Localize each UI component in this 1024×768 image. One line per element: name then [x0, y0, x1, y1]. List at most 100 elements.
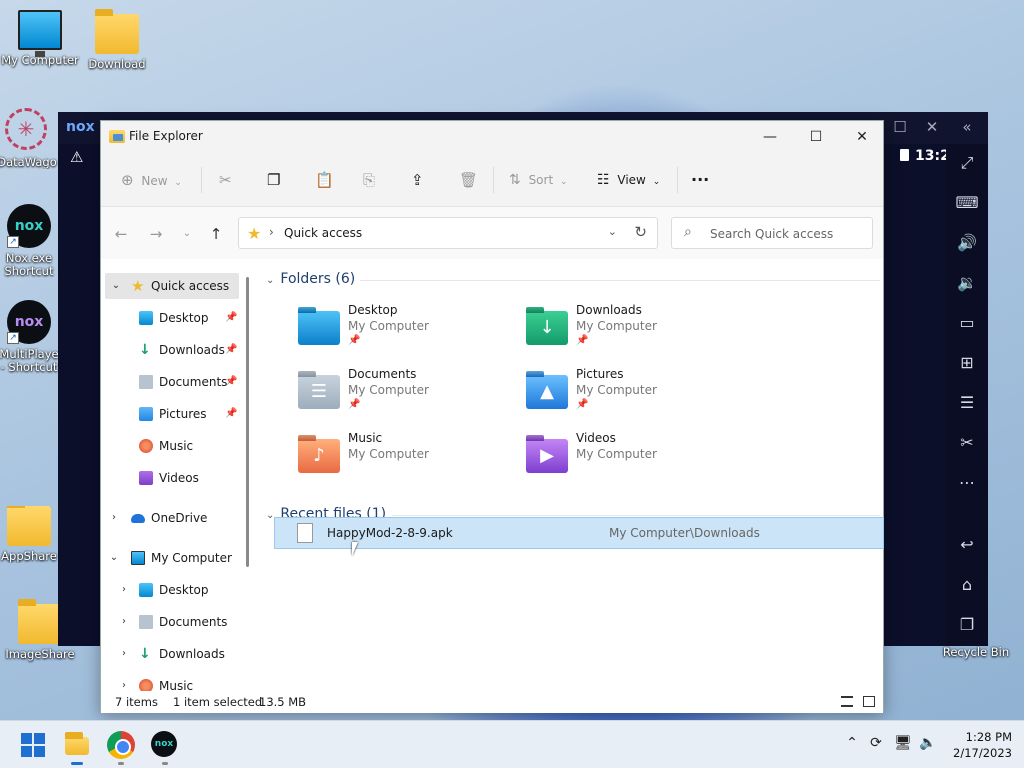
- chevron-right-icon[interactable]: ›: [117, 577, 131, 603]
- speaker-icon[interactable]: 🔈: [918, 735, 938, 751]
- monitor-icon: [18, 10, 62, 57]
- nav-item-quick-access[interactable]: ⌄ ★ Quick access: [105, 273, 239, 299]
- back-arrow-icon[interactable]: ←: [109, 222, 133, 246]
- maximize-button[interactable]: ☐: [793, 125, 839, 149]
- chevron-down-icon[interactable]: ⌄: [107, 545, 121, 571]
- chevron-right-icon[interactable]: ›: [117, 641, 131, 667]
- copy-icon[interactable]: ❐: [267, 166, 280, 194]
- desktop-icon-nox-shortcut[interactable]: nox ↗ Nox.exe Shortcut: [0, 204, 60, 278]
- view-button[interactable]: ☷ View ⌄: [597, 166, 660, 194]
- chevron-right-icon[interactable]: ›: [117, 609, 131, 635]
- warning-icon[interactable]: ⚠: [70, 148, 83, 166]
- volume-up-icon[interactable]: 🔊: [954, 230, 980, 256]
- recent-locations-chevron-icon[interactable]: ⌄: [175, 222, 199, 246]
- navigation-scrollbar[interactable]: [246, 277, 249, 567]
- nav-item-mc-downloads[interactable]: › ↓ Downloads: [101, 641, 241, 667]
- nav-item-documents[interactable]: Documents 📌: [101, 369, 241, 395]
- music-icon: [139, 679, 153, 691]
- home-icon[interactable]: ⌂: [954, 572, 980, 598]
- up-arrow-icon[interactable]: ↑: [204, 222, 228, 246]
- folder-tile-downloads[interactable]: ↓ Downloads My Computer 📌: [526, 303, 746, 361]
- star-icon: ★: [131, 277, 145, 295]
- address-bar[interactable]: ★ › Quick access ⌄ ↻: [238, 217, 658, 249]
- folder-icon: [7, 506, 51, 546]
- star-icon: ★: [247, 224, 262, 243]
- nox-maximize-icon[interactable]: ☐: [889, 118, 911, 136]
- taskbar-chrome[interactable]: [107, 731, 135, 765]
- desktop-icon-download[interactable]: Download: [77, 9, 157, 71]
- more-icon[interactable]: ⋯: [954, 470, 980, 496]
- chevron-down-icon[interactable]: ⌄: [608, 225, 617, 238]
- nav-item-mc-music[interactable]: › Music: [101, 673, 241, 691]
- folder-tile-videos[interactable]: ▶ Videos My Computer: [526, 431, 746, 489]
- desktop-icon-datawago[interactable]: ✳ DataWago: [0, 108, 62, 169]
- chevron-right-icon[interactable]: ›: [117, 673, 131, 691]
- tiles-view-icon[interactable]: [863, 696, 875, 707]
- share-icon[interactable]: ⇪: [411, 166, 424, 194]
- nav-item-downloads[interactable]: ↓ Downloads 📌: [101, 337, 241, 363]
- details-view-icon[interactable]: [841, 696, 853, 707]
- nox-close-icon[interactable]: ✕: [921, 118, 943, 136]
- nav-item-onedrive[interactable]: › OneDrive: [101, 505, 241, 531]
- desktop-folder-icon: [298, 311, 340, 345]
- file-explorer-window: File Explorer — ☐ ✕ ⊕ New ⌄ ✂ ❐ 📋 ⎘ ⇪ 🗑 …: [100, 120, 884, 713]
- folder-tile-documents[interactable]: ☰ Documents My Computer 📌: [298, 367, 518, 425]
- cut-icon[interactable]: ✂: [219, 166, 232, 194]
- documents-folder-icon: ☰: [298, 375, 340, 409]
- keyboard-icon[interactable]: ⌨: [954, 190, 980, 216]
- nav-item-desktop[interactable]: Desktop 📌: [101, 305, 241, 331]
- folders-section-header[interactable]: ⌄ Folders (6): [266, 271, 355, 287]
- chevron-down-icon[interactable]: ⌄: [109, 273, 123, 299]
- nox-collapse-icon[interactable]: «: [956, 118, 978, 136]
- scissors-icon[interactable]: ✂: [954, 430, 980, 456]
- nav-item-mc-desktop[interactable]: › Desktop: [101, 577, 241, 603]
- sort-button[interactable]: ⇅ Sort ⌄: [509, 166, 568, 194]
- paste-icon[interactable]: 📋: [315, 166, 334, 194]
- close-button[interactable]: ✕: [839, 125, 885, 149]
- search-input[interactable]: [710, 225, 860, 243]
- delete-icon[interactable]: 🗑: [459, 166, 478, 194]
- screen-icon[interactable]: ▭: [954, 310, 980, 336]
- desktop-icon-multiplayer-shortcut[interactable]: nox ↗ MultiPlaye - Shortcut: [0, 300, 60, 374]
- titlebar[interactable]: File Explorer — ☐ ✕: [101, 121, 883, 153]
- nav-item-videos[interactable]: Videos: [101, 465, 241, 491]
- back-icon[interactable]: ↩: [954, 532, 980, 558]
- pin-icon: 📌: [576, 399, 589, 410]
- rename-icon[interactable]: ⎘: [363, 166, 375, 194]
- sort-icon: ⇅: [509, 172, 521, 188]
- new-button[interactable]: ⊕ New ⌄: [121, 166, 182, 194]
- desktop-icon-label: Download: [88, 57, 146, 71]
- update-icon[interactable]: ⟳: [866, 735, 886, 751]
- address-bar-area: ← → ⌄ ↑ ★ › Quick access ⌄ ↻ ⌕: [101, 207, 883, 259]
- taskbar-nox[interactable]: nox: [151, 731, 179, 765]
- minimize-button[interactable]: —: [747, 125, 793, 149]
- volume-down-icon[interactable]: 🔉: [954, 270, 980, 296]
- nav-item-mc-documents[interactable]: › Documents: [101, 609, 241, 635]
- stack-icon[interactable]: ☰: [954, 390, 980, 416]
- more-options-button[interactable]: ···: [691, 166, 709, 194]
- chevron-down-icon: ⌄: [174, 178, 182, 188]
- recent-apps-icon[interactable]: ❐: [954, 612, 980, 638]
- system-clock[interactable]: 1:28 PM 2/17/2023: [940, 729, 1012, 761]
- refresh-icon[interactable]: ↻: [634, 223, 647, 241]
- folder-tile-desktop[interactable]: Desktop My Computer 📌: [298, 303, 518, 361]
- breadcrumb[interactable]: Quick access: [284, 226, 362, 240]
- network-icon[interactable]: 🖥: [893, 735, 913, 751]
- taskbar-file-explorer[interactable]: [63, 731, 91, 765]
- folder-tile-pictures[interactable]: ▲ Pictures My Computer 📌: [526, 367, 746, 425]
- chevron-right-icon[interactable]: ›: [107, 505, 121, 531]
- apk-install-icon[interactable]: ⊞: [954, 350, 980, 376]
- chevron-up-icon[interactable]: ⌃: [842, 735, 862, 751]
- start-button[interactable]: [19, 731, 47, 759]
- desktop-icon-appshare[interactable]: AppShare: [0, 506, 60, 563]
- search-box[interactable]: ⌕: [671, 217, 873, 249]
- folder-tile-music[interactable]: ♪ Music My Computer: [298, 431, 518, 489]
- nav-item-my-computer[interactable]: ⌄ My Computer: [101, 545, 241, 571]
- desktop-icon-recycle-bin[interactable]: Recycle Bin: [936, 646, 1016, 659]
- nav-item-pictures[interactable]: Pictures 📌: [101, 401, 241, 427]
- forward-arrow-icon[interactable]: →: [144, 222, 168, 246]
- fullscreen-icon[interactable]: ⤢: [954, 150, 980, 176]
- nav-item-music[interactable]: Music: [101, 433, 241, 459]
- recent-file-row[interactable]: HappyMod-2-8-9.apk My Computer\Downloads: [274, 517, 884, 549]
- desktop-icon-my-computer[interactable]: My Computer: [0, 10, 80, 67]
